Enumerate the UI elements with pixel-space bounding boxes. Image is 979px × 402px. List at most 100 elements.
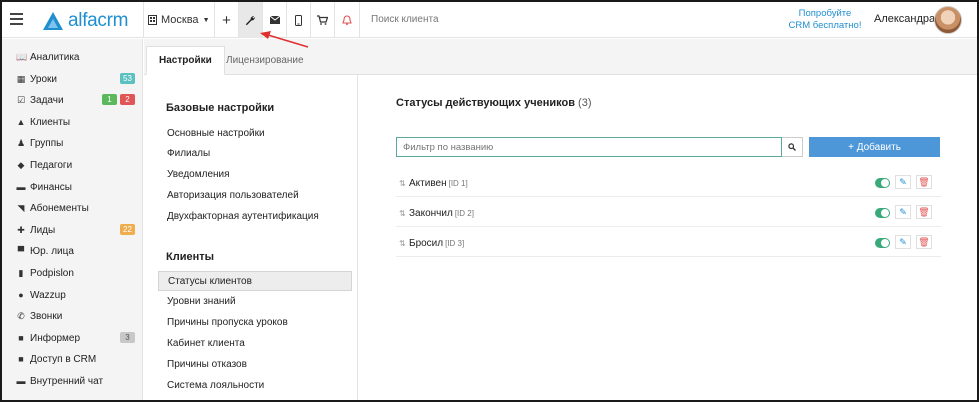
free-trial-link[interactable]: Попробуйте CRM бесплатно! [788, 8, 862, 32]
sidebar-item-label: Уроки [30, 73, 57, 85]
branch-label: Москва [161, 14, 199, 26]
filter-input[interactable] [396, 137, 782, 157]
trash-icon: 🗑 [918, 177, 930, 187]
edit-status-button[interactable]: ✎ [895, 175, 911, 189]
settings-menu-item[interactable]: Филиалы [158, 144, 352, 164]
tab-settings[interactable]: Настройки [146, 46, 225, 75]
delete-status-button[interactable]: 🗑 [916, 205, 932, 219]
settings-menu: Базовые настройки Основные настройки Фили… [144, 75, 358, 400]
count-badge: 2 [120, 94, 135, 106]
settings-button[interactable] [239, 2, 262, 38]
clients-heading: Клиенты [166, 251, 215, 263]
app-window: alfacrm Москва ▼ + Поиск клиента Попробу… [0, 0, 979, 402]
count-badge: 1 [102, 94, 117, 106]
status-label: Активен [409, 178, 447, 189]
sidebar-item[interactable]: ◥ Абонементы [2, 198, 143, 219]
file-icon: ▮ [18, 268, 24, 278]
user-name[interactable]: Александра [874, 13, 935, 25]
logo[interactable]: alfacrm [42, 10, 129, 32]
tag-icon: ◥ [17, 203, 25, 214]
sidebar-item-label: Podpislon [30, 268, 74, 279]
sidebar-item[interactable]: 📖 Аналитика [2, 47, 143, 68]
status-label: Закончил [409, 208, 453, 219]
status-enabled-toggle[interactable] [875, 178, 890, 188]
settings-menu-item[interactable]: Система лояльности [158, 375, 352, 395]
sidebar-item[interactable]: ▀ Юр. лица [2, 241, 143, 262]
chat-icon: ▬ [16, 376, 26, 386]
sidebar-item[interactable]: ♟ Группы [2, 133, 143, 154]
messages-button[interactable] [263, 2, 286, 38]
count-badge: 22 [120, 223, 135, 235]
page-title: Статусы действующих учеников (3) [396, 97, 592, 109]
sort-handle-icon[interactable]: ⇅ [399, 239, 406, 248]
settings-menu-item[interactable]: Авторизация пользователей [158, 185, 352, 205]
delete-status-button[interactable]: 🗑 [916, 235, 932, 249]
status-name: Активен [ID 1] [409, 178, 468, 189]
status-label: Бросил [409, 238, 444, 249]
pencil-icon: ✎ [899, 237, 907, 247]
status-row: ⇅ Закончил [ID 2] ✎ 🗑 [396, 202, 941, 227]
sidebar-item[interactable]: ▦ Уроки 53 [2, 69, 143, 90]
status-row: ⇅ Бросил [ID 3] ✎ 🗑 [396, 232, 941, 257]
sort-handle-icon[interactable]: ⇅ [399, 179, 406, 188]
sidebar-item[interactable]: ✆ Звонки [2, 306, 143, 327]
sidebar-item[interactable]: ▲ Клиенты [2, 112, 143, 133]
calendar-icon: ▦ [16, 73, 26, 84]
caret-down-icon: ▼ [202, 16, 210, 24]
hamburger-menu-icon[interactable] [10, 13, 23, 25]
settings-menu-item[interactable]: Причины пропуска уроков [158, 313, 352, 333]
client-search-input[interactable]: Поиск клиента [371, 14, 439, 25]
add-button[interactable]: + [215, 2, 238, 38]
sidebar-item-label: Задачи [30, 95, 64, 107]
sidebar-item[interactable]: ▬ Внутренний чат [2, 371, 143, 392]
bell-icon [341, 14, 352, 25]
settings-menu-item[interactable]: Статусы клиентов [158, 271, 352, 291]
sidebar-item-label: Финансы [30, 181, 72, 193]
edit-status-button[interactable]: ✎ [895, 205, 911, 219]
sidebar-item[interactable]: ☑ Задачи 2 1 [2, 90, 143, 111]
tab-licensing[interactable]: Лицензирование [214, 46, 316, 75]
sort-handle-icon[interactable]: ⇅ [399, 209, 406, 218]
alfacrm-logo-icon [43, 12, 63, 30]
settings-menu-item[interactable]: Кабинет клиента [158, 333, 352, 353]
notifications-button[interactable] [335, 2, 358, 38]
sidebar-item-label: Wazzup [30, 289, 66, 301]
status-id: [ID 1] [448, 179, 468, 188]
sidebar-item[interactable]: ● Wazzup [2, 285, 143, 306]
settings-menu-item[interactable]: Уведомления [158, 165, 352, 185]
wrench-icon [245, 15, 255, 25]
mobile-icon [295, 14, 302, 26]
settings-menu-item[interactable]: Двухфакторная аутентификация [158, 206, 352, 226]
users-icon: ♟ [16, 138, 26, 149]
user-icon: ▲ [16, 116, 26, 127]
sidebar-item[interactable]: ✚ Лиды 22 [2, 220, 143, 241]
settings-menu-item[interactable]: Основные настройки [158, 123, 352, 143]
sidebar-item[interactable]: ■ Информер 3 [2, 328, 143, 349]
status-name: Бросил [ID 3] [409, 238, 464, 249]
filter-search-button[interactable] [782, 137, 803, 157]
edit-status-button[interactable]: ✎ [895, 235, 911, 249]
sidebar-item[interactable]: ▮ Podpislon [2, 263, 143, 284]
avatar[interactable] [934, 6, 962, 34]
status-enabled-toggle[interactable] [875, 208, 890, 218]
status-enabled-toggle[interactable] [875, 238, 890, 248]
money-icon: ▬ [16, 181, 26, 192]
mobile-button[interactable] [287, 2, 310, 38]
settings-menu-item[interactable]: Уровни знаний [158, 292, 352, 312]
sidebar-item[interactable]: ▬ Финансы [2, 177, 143, 198]
branch-selector[interactable]: Москва ▼ [148, 2, 210, 38]
count-badge: 3 [120, 331, 135, 343]
whatsapp-icon: ● [18, 289, 24, 300]
cart-button[interactable] [311, 2, 334, 38]
sidebar-item[interactable]: ■ Доступ в CRM [2, 349, 143, 370]
settings-menu-item[interactable]: Причины отказов [158, 354, 352, 374]
delete-status-button[interactable]: 🗑 [916, 175, 932, 189]
page-title-text: Статусы действующих учеников [396, 97, 575, 109]
sidebar-item[interactable]: ◆ Педагоги [2, 155, 143, 176]
logo-text: alfacrm [68, 10, 129, 31]
pencil-icon: ✎ [899, 207, 907, 217]
sidebar-item-label: Клиенты [30, 116, 71, 128]
status-id: [ID 3] [445, 239, 465, 248]
add-status-button[interactable]: + Добавить [809, 137, 940, 157]
phone-icon: ✆ [17, 311, 25, 322]
